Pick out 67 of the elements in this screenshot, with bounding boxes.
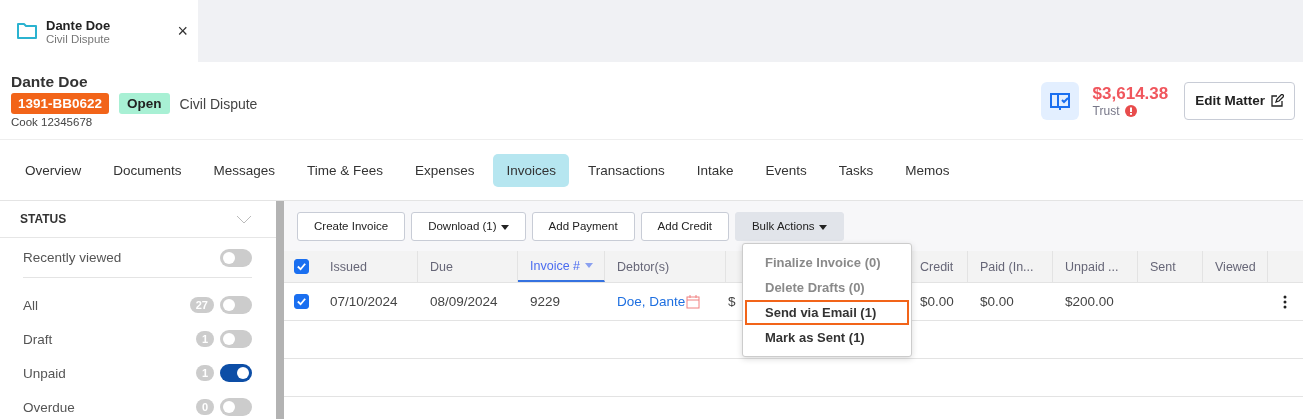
toggle-switch[interactable]	[220, 296, 252, 314]
column-header[interactable]: Sent	[1138, 251, 1203, 282]
column-header[interactable]: Debtor(s)	[605, 251, 726, 282]
bulk-actions-button[interactable]: Bulk Actions	[734, 211, 844, 241]
folder-icon	[16, 22, 38, 40]
toolbar-button[interactable]: Add Credit	[640, 211, 729, 241]
nav-tab[interactable]: Tasks	[825, 153, 887, 187]
column-header[interactable]: Paid (In...	[968, 251, 1053, 282]
nav-tab[interactable]: Time & Fees	[294, 153, 397, 187]
nav-tab[interactable]: Memos	[892, 153, 963, 187]
toolbar-button[interactable]: Add Payment	[531, 211, 635, 241]
nav-tab[interactable]: Transactions	[574, 153, 678, 187]
table-cell: $	[728, 294, 736, 309]
nav-tab[interactable]: Invoices	[493, 153, 569, 187]
filter-label: All	[23, 297, 39, 313]
table-cell: $200.00	[1065, 294, 1114, 309]
more-icon[interactable]	[1283, 294, 1287, 309]
status-badge: Open	[119, 93, 170, 114]
nav-tab[interactable]: Messages	[200, 153, 289, 187]
table-cell: $0.00	[920, 294, 954, 309]
debtor-link[interactable]: Doe, Dante	[617, 294, 686, 309]
toolbar-button[interactable]: Create Invoice	[297, 211, 406, 241]
matter-reference: Cook 12345678	[11, 116, 94, 128]
toggle-switch[interactable]	[220, 398, 252, 416]
matter-tab[interactable]: Dante Doe Civil Dispute ×	[0, 0, 198, 62]
matter-type: Civil Dispute	[179, 95, 258, 112]
trust-label: Trust	[1092, 103, 1120, 118]
column-header[interactable]: Unpaid ...	[1053, 251, 1138, 282]
nav-tab[interactable]: Intake	[683, 153, 747, 187]
book-check-icon[interactable]	[1040, 81, 1079, 120]
table-cell: 07/10/2024	[330, 294, 398, 309]
matter-name: Dante Doe	[11, 73, 89, 91]
filter-label: Overdue	[23, 399, 76, 415]
alert-icon	[1125, 104, 1138, 117]
column-header[interactable]: Issued	[318, 251, 418, 282]
calendar-icon	[686, 294, 701, 309]
table-cell: 9229	[530, 294, 561, 309]
edit-icon	[1271, 94, 1284, 107]
nav-tab[interactable]: Events	[752, 153, 820, 187]
nav-tab[interactable]: Overview	[12, 153, 95, 187]
toolbar-button[interactable]: Download (1)	[411, 211, 526, 241]
trust-amount: $3,614.38	[1092, 83, 1169, 104]
status-heading: STATUS	[20, 212, 67, 226]
checkbox[interactable]	[293, 259, 309, 274]
nav-tab[interactable]: Documents	[100, 153, 195, 187]
filter-label: Draft	[23, 331, 54, 347]
filter-label: Recently viewed	[23, 250, 123, 265]
checkbox[interactable]	[293, 294, 309, 309]
check-icon	[295, 296, 307, 307]
menu-item[interactable]: Send via Email (1)	[745, 300, 909, 325]
nav-tab[interactable]: Expenses	[402, 153, 488, 187]
column-header[interactable]: Viewed	[1203, 251, 1268, 282]
close-button[interactable]: ×	[177, 20, 188, 42]
tab-title: Dante Doe	[46, 17, 112, 33]
matter-number: 1391-BB0622	[11, 93, 110, 114]
edit-matter-button[interactable]: Edit Matter	[1184, 81, 1295, 120]
toggle-switch[interactable]	[220, 330, 252, 348]
menu-item[interactable]: Mark as Sent (1)	[745, 325, 909, 350]
table-cell: 08/09/2024	[430, 294, 498, 309]
table-cell: $0.00	[980, 294, 1014, 309]
sort-icon	[585, 263, 594, 268]
toggle-switch[interactable]	[220, 248, 252, 267]
tab-subtitle: Civil Dispute	[46, 32, 111, 45]
toggle-switch[interactable]	[220, 364, 252, 382]
filter-label: Unpaid	[23, 365, 67, 381]
column-header[interactable]: Due	[418, 251, 518, 282]
check-icon	[295, 261, 307, 272]
